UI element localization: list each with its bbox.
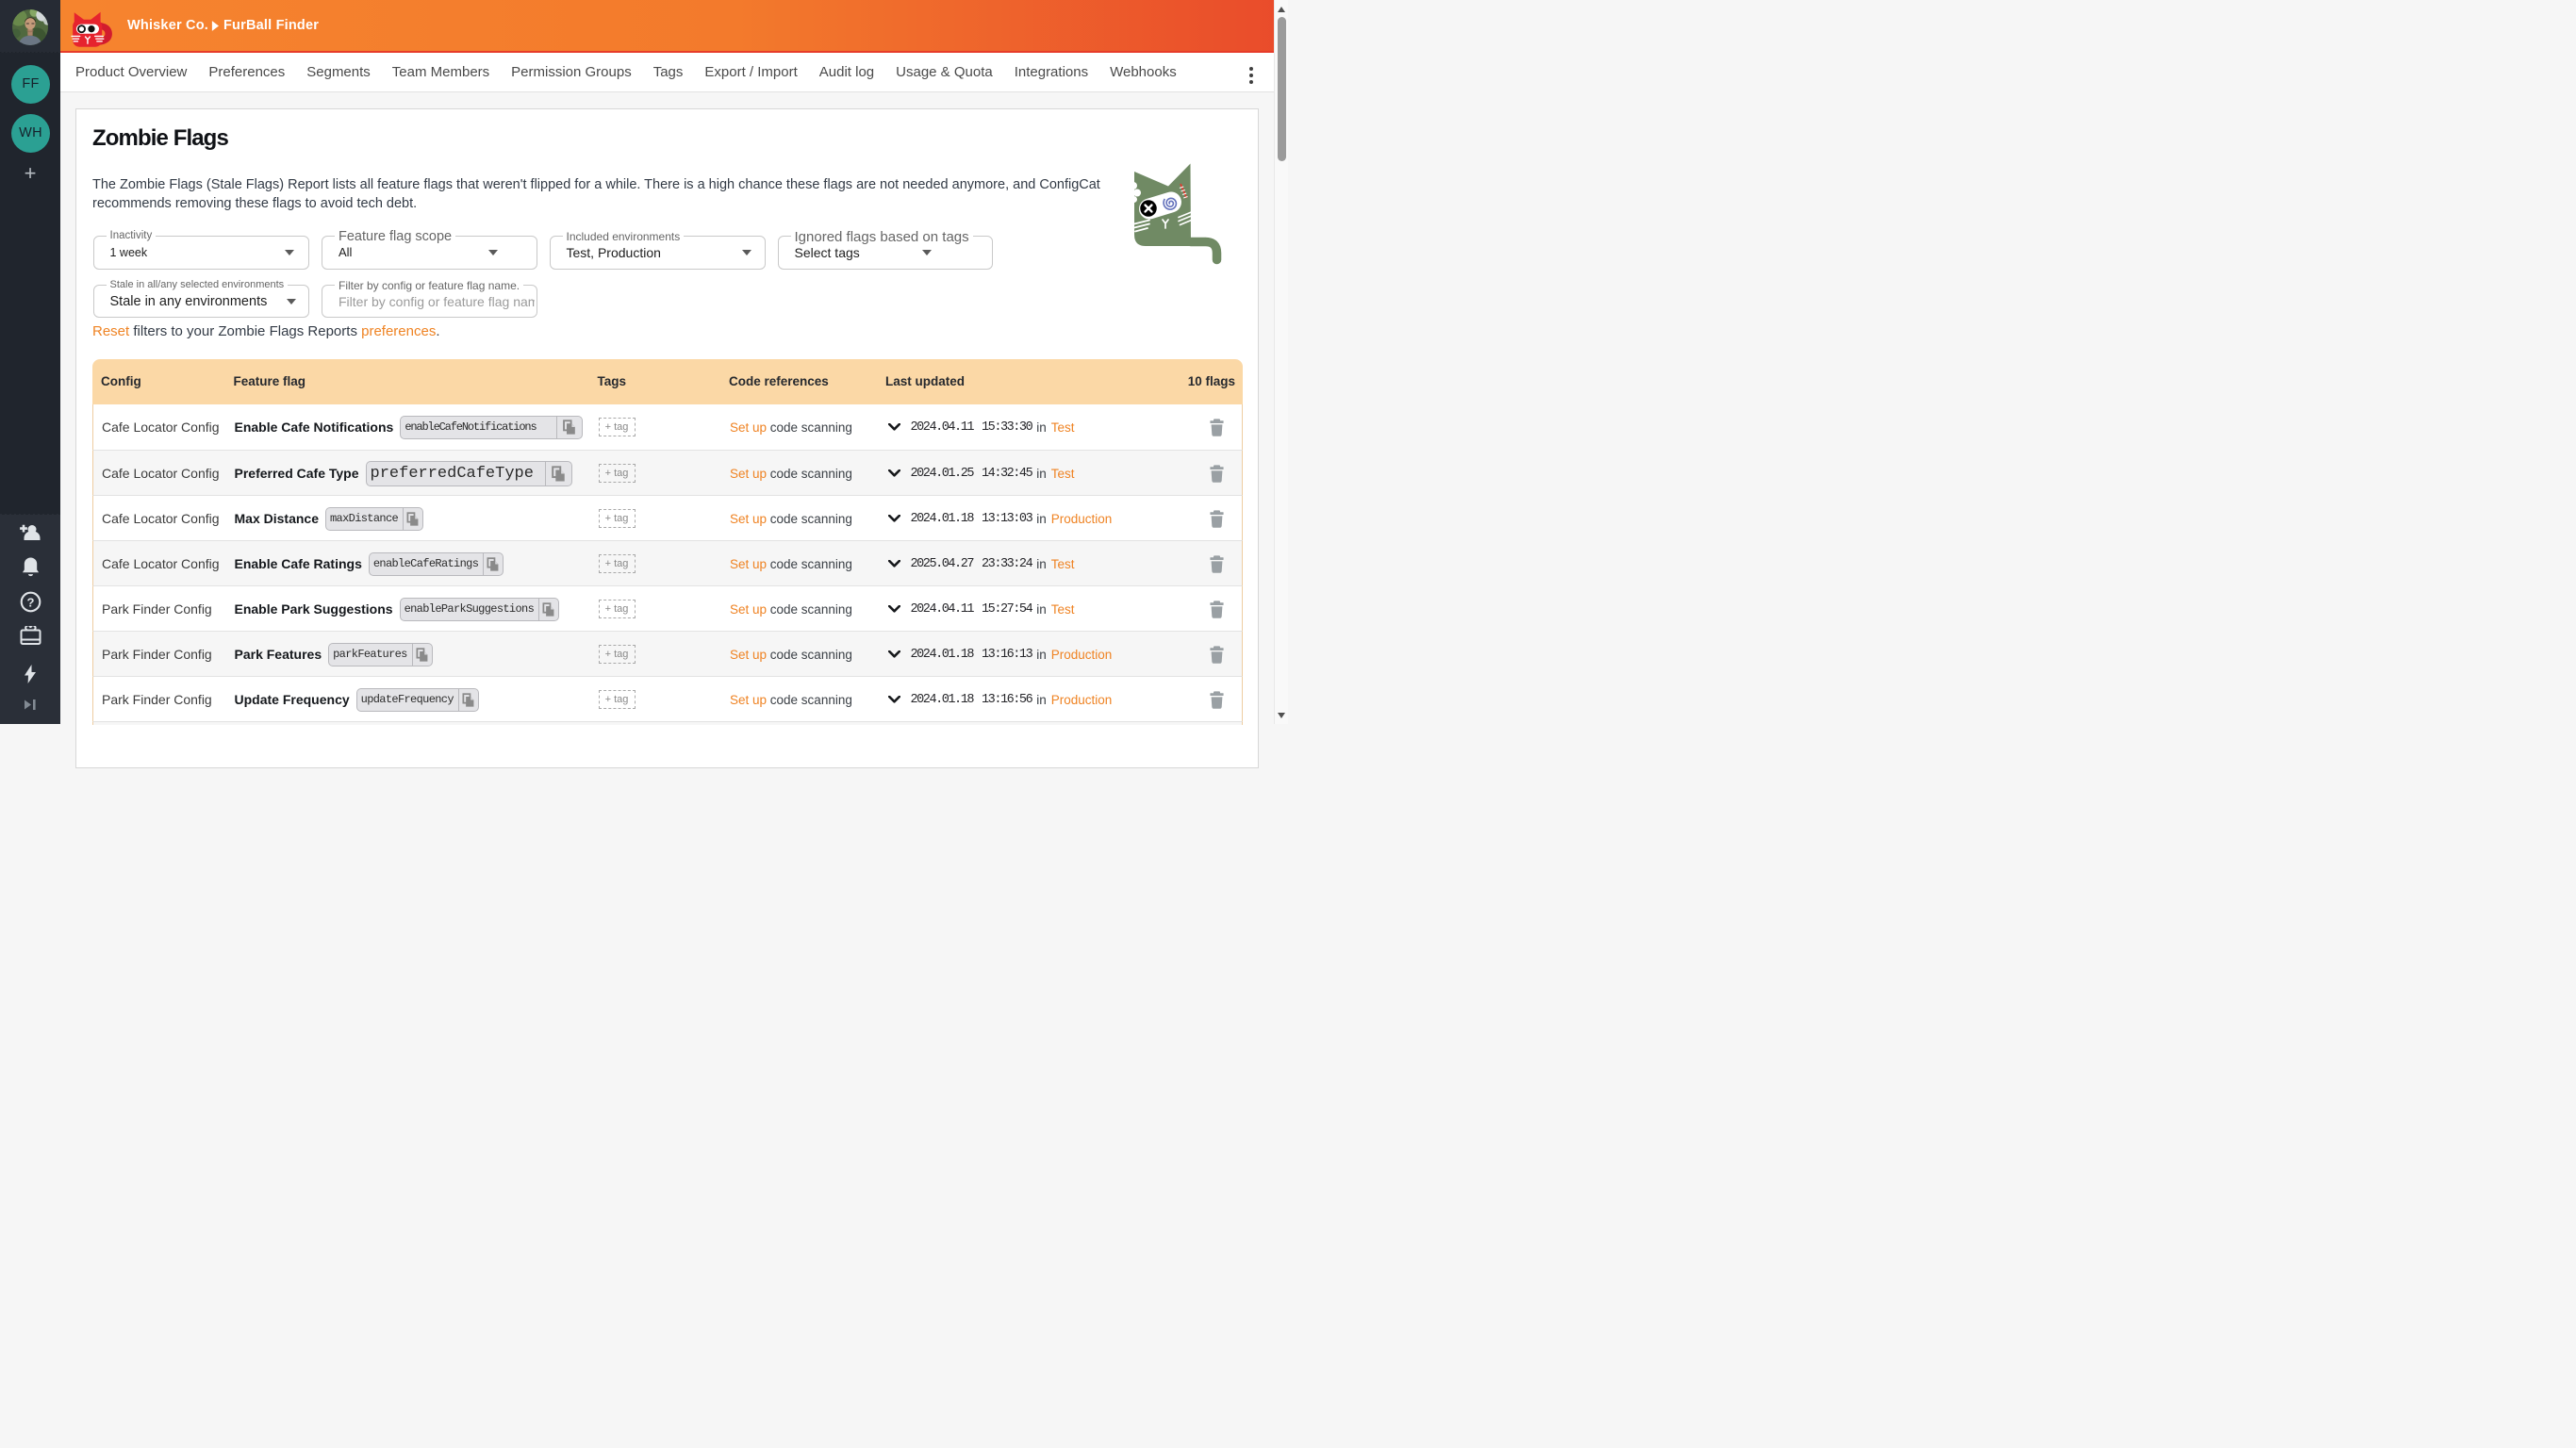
svg-text:?: ? [26,595,34,609]
